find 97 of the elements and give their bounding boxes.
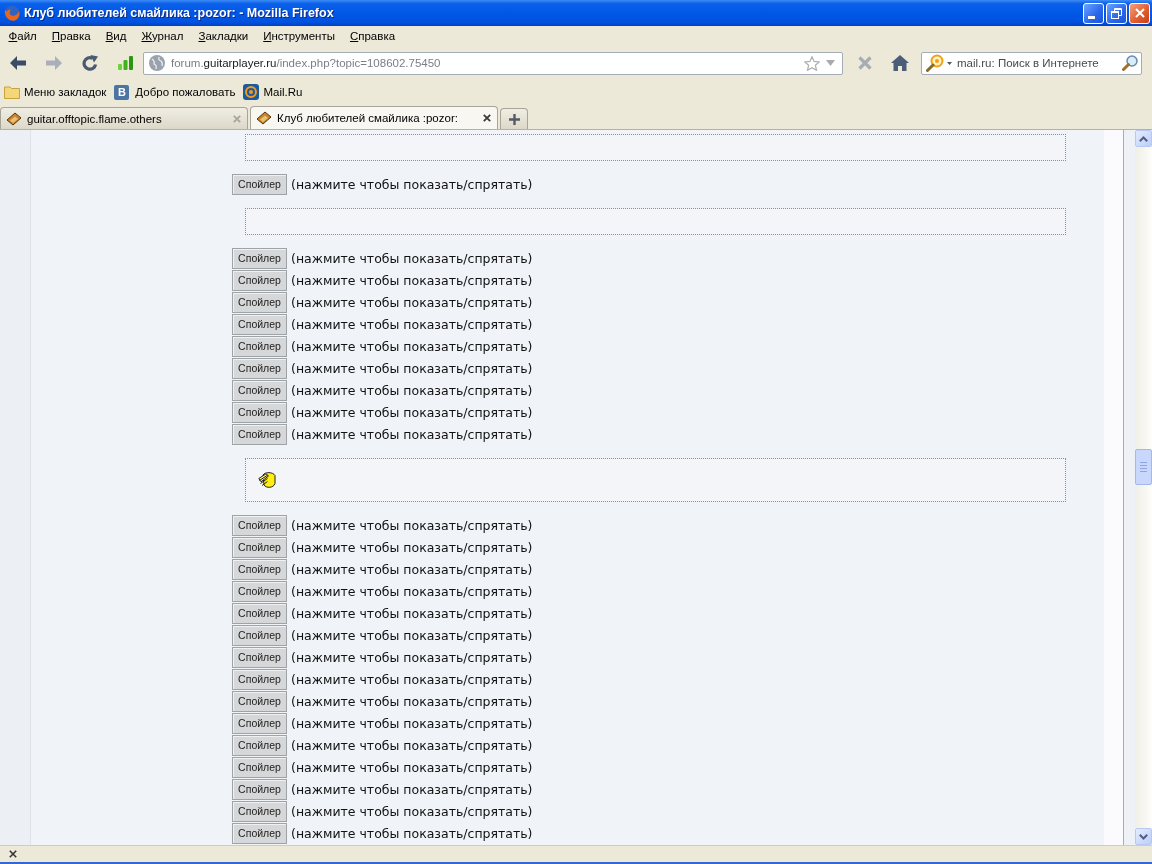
hint-text: (нажмите чтобы показать/спрятать) — [291, 715, 533, 731]
plus-icon — [508, 113, 520, 125]
search-input[interactable]: mail.ru: Поиск в Интернете — [957, 54, 1119, 72]
minimize-icon — [1088, 15, 1095, 19]
hint-text: (нажмите чтобы показать/спрятать) — [291, 539, 533, 555]
hint-text: (нажмите чтобы показать/спрятать) — [291, 759, 533, 775]
spoiler-button[interactable]: Спойлер — [232, 778, 287, 800]
menu-item[interactable]: Правка — [44, 29, 99, 43]
hint-text: (нажмите чтобы показать/спрятать) — [291, 360, 533, 376]
star-icon[interactable] — [804, 55, 820, 71]
circular-arrow-icon[interactable] — [82, 55, 98, 71]
folder-icon — [4, 85, 20, 99]
spoiler-button[interactable]: Спойлер — [232, 335, 287, 357]
house-icon[interactable] — [891, 55, 909, 71]
spoiler-button[interactable]: Спойлер — [232, 646, 287, 668]
signal-bars-icon[interactable] — [118, 56, 133, 70]
spoiler-button[interactable]: Спойлер — [232, 291, 287, 313]
scroll-down-button[interactable] — [1135, 828, 1152, 845]
minimize-button[interactable] — [1083, 2, 1104, 24]
globe-icon — [149, 55, 165, 71]
hint-text: (нажмите чтобы показать/спрятать) — [291, 781, 533, 797]
hint-text: (нажмите чтобы показать/спрятать) — [291, 605, 533, 621]
down-chevron-icon — [1139, 833, 1148, 840]
at-tile-icon — [243, 84, 260, 100]
dropdown-arrow-icon[interactable] — [947, 61, 952, 65]
tab[interactable]: Клуб любителей смайлика :pozor: — [250, 106, 498, 129]
hint-text: (нажмите чтобы показать/спрятать) — [291, 338, 533, 354]
hint-text: (нажмите чтобы показать/спрятать) — [291, 671, 533, 687]
spoiler-button[interactable]: Спойлер — [232, 247, 287, 269]
spoiler-button[interactable]: Спойлер — [232, 580, 287, 602]
hint-text: (нажмите чтобы показать/спрятать) — [291, 627, 533, 643]
at-magnifier-icon[interactable] — [926, 54, 944, 72]
hint-text: (нажмите чтобы показать/спрятать) — [291, 737, 533, 753]
globe-logo-icon — [4, 5, 20, 21]
close-icon[interactable] — [483, 114, 491, 122]
menu-item[interactable]: Файл — [1, 29, 45, 43]
spoiler-button[interactable]: Спойлер — [232, 624, 287, 646]
tab[interactable]: guitar.offtopic.flame.others — [0, 107, 248, 129]
spoiler-button[interactable]: Спойлер — [232, 313, 287, 335]
hint-text: (нажмите чтобы показать/спрятать) — [291, 825, 533, 841]
window-title: Клуб любителей смайлика :pozor: - Mozilla Firefox — [24, 6, 335, 20]
spoiler-button[interactable]: Спойлер — [232, 173, 287, 195]
hint-text: (нажмите чтобы показать/спрятать) — [291, 316, 533, 332]
spoiler-button[interactable]: Спойлер — [232, 756, 287, 778]
spoiler-button[interactable]: Спойлер — [232, 712, 287, 734]
menu-item[interactable]: Справка — [342, 29, 403, 43]
spoiler-button[interactable]: Спойлер — [232, 602, 287, 624]
spoiler-button[interactable]: Спойлер — [232, 401, 287, 423]
spoiler-button[interactable]: Спойлер — [232, 536, 287, 558]
bookmark-button[interactable]: Меню закладок — [4, 85, 107, 99]
hint-text: (нажмите чтобы показать/спрятать) — [291, 649, 533, 665]
spoiler-button[interactable]: Спойлер — [232, 822, 287, 844]
left-arrow-icon[interactable] — [10, 56, 26, 70]
spoiler-button[interactable]: Спойлер — [232, 269, 287, 291]
menu-item[interactable]: Вид — [98, 29, 134, 43]
close-button[interactable] — [1129, 2, 1150, 24]
spoiler-button[interactable]: Спойлер — [232, 800, 287, 822]
search-icon[interactable] — [1122, 55, 1138, 71]
smiley-icon — [258, 471, 276, 489]
hint-text: (нажмите чтобы показать/спрятать) — [291, 803, 533, 819]
hint-text: (нажмите чтобы показать/спрятать) — [291, 583, 533, 599]
hint-text: (нажмите чтобы показать/спрятать) — [291, 693, 533, 709]
spoiler-button[interactable]: Спойлер — [232, 379, 287, 401]
spoiler-button[interactable]: Спойлер — [232, 668, 287, 690]
hint-text: (нажмите чтобы показать/спрятать) — [291, 426, 533, 442]
scroll-up-button[interactable] — [1135, 130, 1152, 147]
address-field[interactable]: forum.guitarplayer.ru/index.php?topic=108602.75450 — [143, 51, 843, 75]
up-chevron-icon — [1139, 135, 1148, 142]
spoiler-button[interactable]: Спойлер — [232, 558, 287, 580]
menu-item[interactable]: Инструменты — [255, 29, 343, 43]
spoiler-button[interactable]: Спойлер — [232, 690, 287, 712]
restore-icon — [1111, 7, 1122, 19]
menu-item[interactable]: Закладки — [190, 29, 256, 43]
bookmark-button[interactable]: В Добро пожаловать — [114, 84, 236, 100]
hint-text: (нажмите чтобы показать/спрятать) — [291, 517, 533, 533]
hint-text: (нажмите чтобы показать/спрятать) — [291, 176, 533, 192]
case-icon — [256, 111, 272, 125]
hint-text: (нажмите чтобы показать/спрятать) — [291, 250, 533, 266]
close-icon — [1134, 8, 1145, 18]
bookmark-button[interactable]: Mail.Ru — [243, 84, 303, 100]
hint-text: (нажмите чтобы показать/спрятать) — [291, 404, 533, 420]
hint-text: (нажмите чтобы показать/спрятать) — [291, 561, 533, 577]
close-icon[interactable] — [9, 850, 17, 858]
spoiler-button[interactable]: Спойлер — [232, 357, 287, 379]
menu-item[interactable]: Журнал — [133, 29, 191, 43]
spoiler-button[interactable]: Спойлер — [232, 514, 287, 536]
spoiler-button[interactable]: Спойлер — [232, 734, 287, 756]
scrollbar-thumb[interactable] — [1135, 449, 1152, 485]
spoiler-button[interactable]: Спойлер — [232, 423, 287, 445]
hint-text: (нажмите чтобы показать/спрятать) — [291, 382, 533, 398]
restore-button[interactable] — [1106, 2, 1127, 24]
letter-badge: В — [114, 84, 130, 100]
search-field[interactable]: mail.ru: Поиск в Интернете — [921, 51, 1142, 75]
hint-text: (нажмите чтобы показать/спрятать) — [291, 272, 533, 288]
new-tab-button[interactable] — [500, 108, 528, 129]
case-icon — [6, 111, 22, 126]
hint-text: (нажмите чтобы показать/спрятать) — [291, 294, 533, 310]
